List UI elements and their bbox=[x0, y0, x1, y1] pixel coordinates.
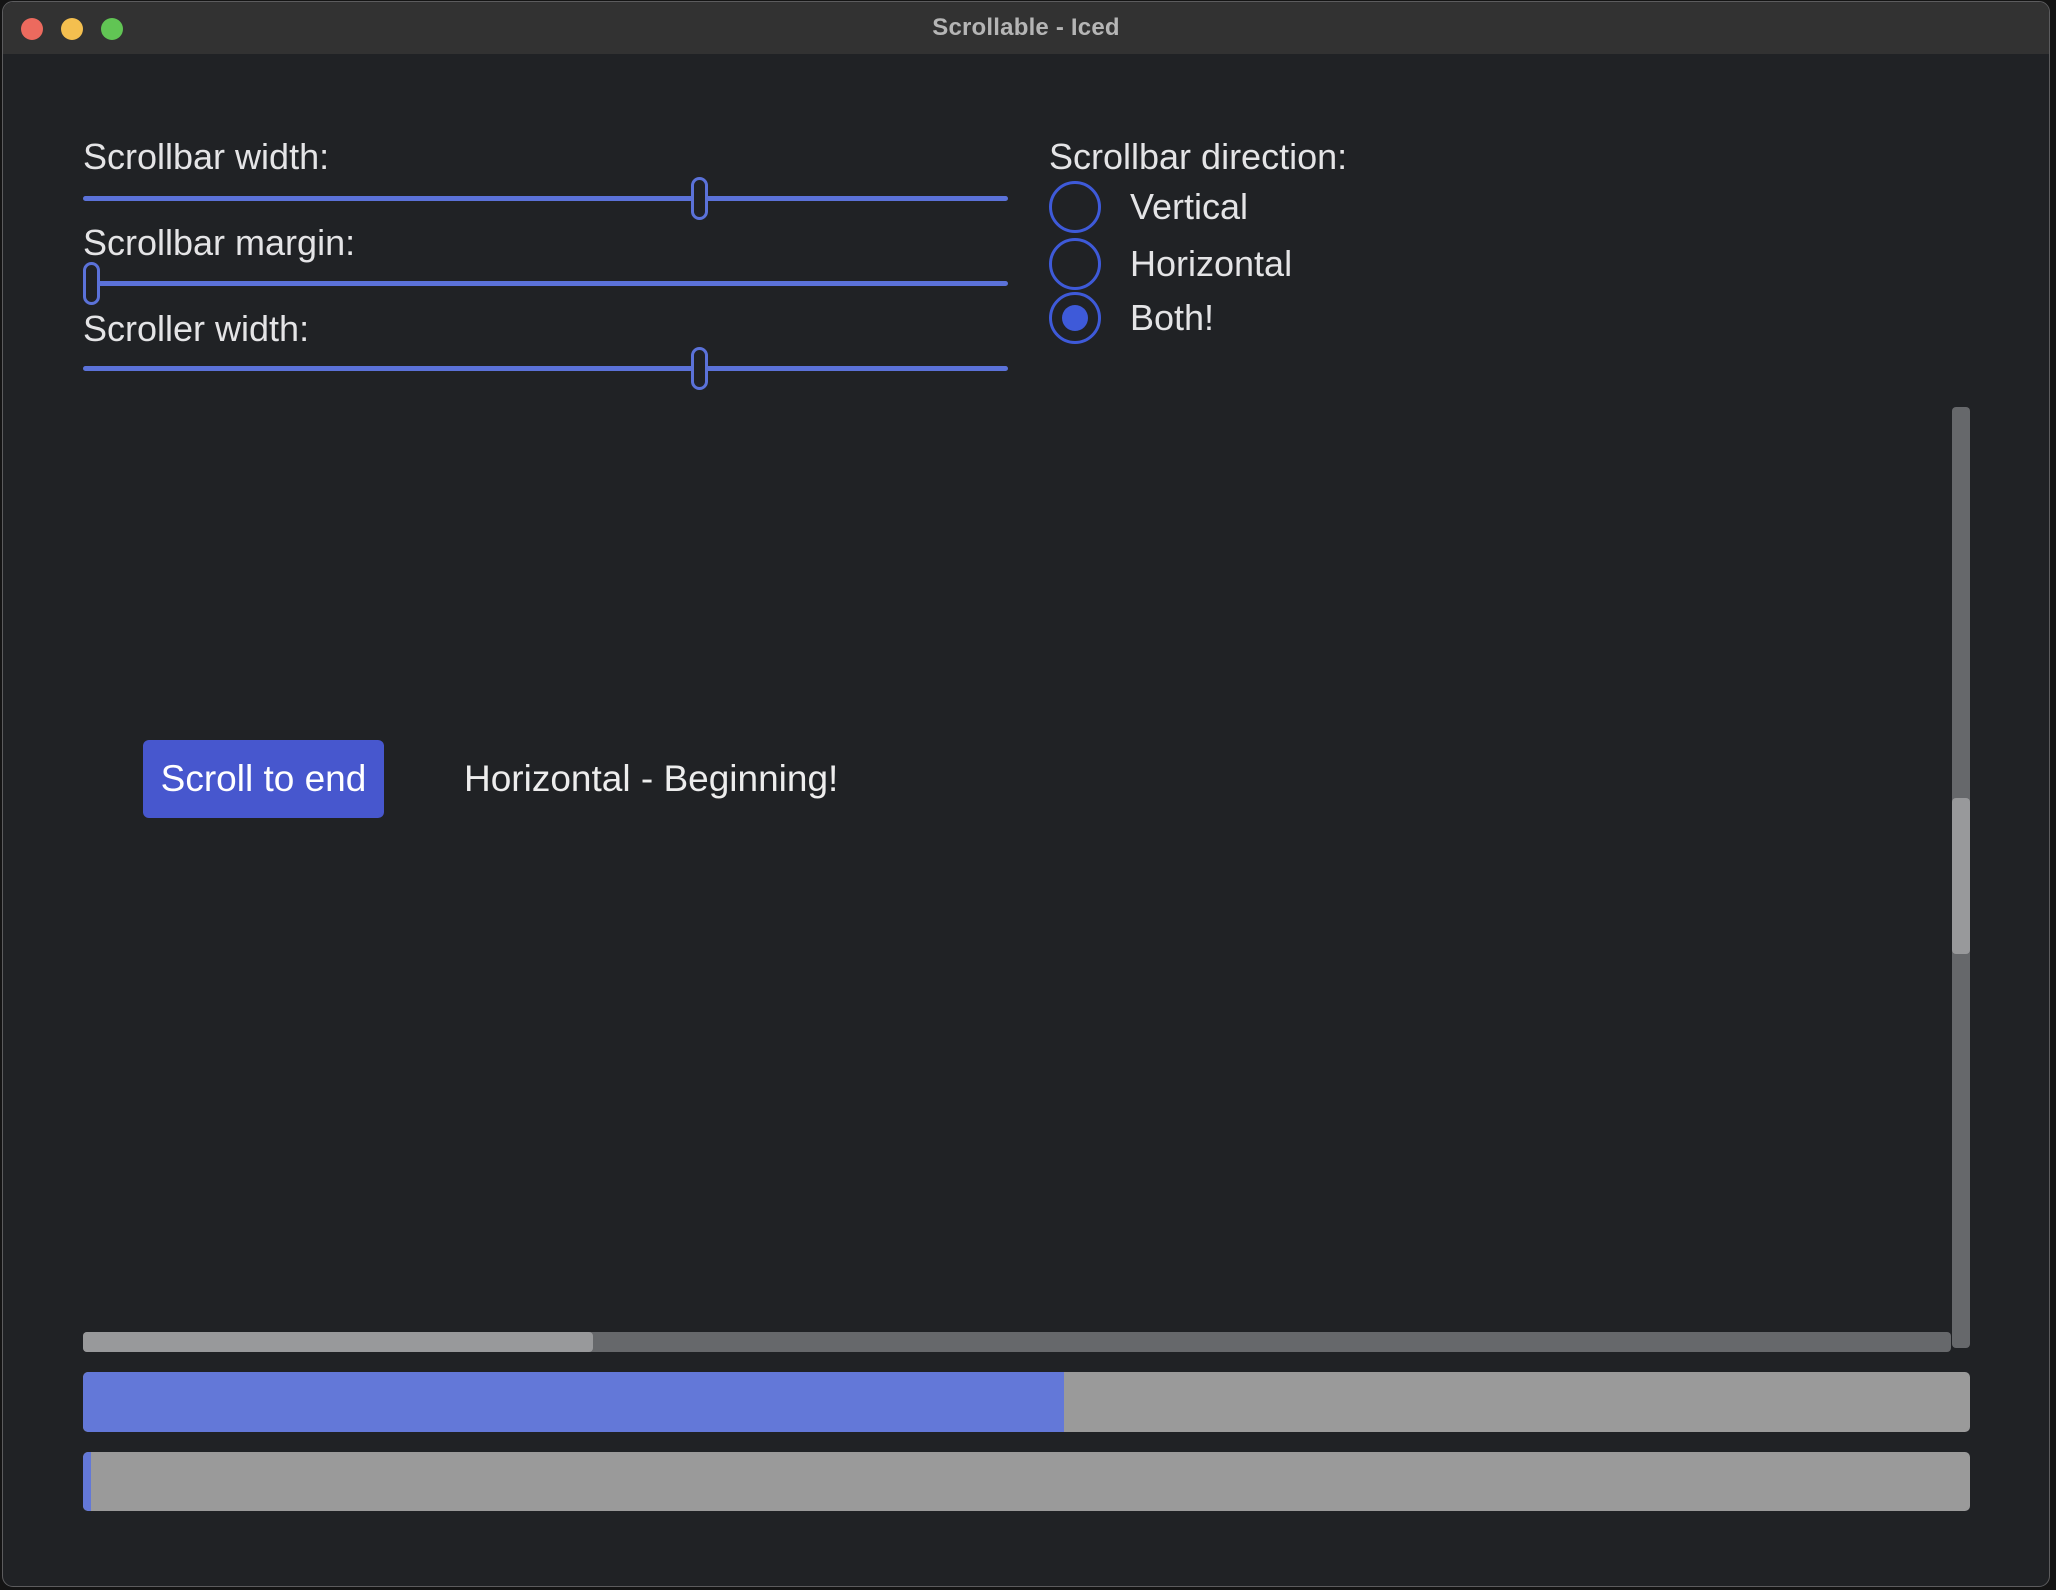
scrollbar-margin-slider[interactable] bbox=[83, 281, 1008, 286]
scrollbar-margin-label: Scrollbar margin: bbox=[83, 221, 355, 265]
radio-both[interactable]: Both! bbox=[1049, 292, 1214, 344]
radio-circle-selected-icon[interactable] bbox=[1049, 292, 1101, 344]
radio-circle-icon[interactable] bbox=[1049, 238, 1101, 290]
radio-horizontal-label: Horizontal bbox=[1130, 243, 1292, 285]
scroll-to-end-button[interactable]: Scroll to end bbox=[143, 740, 384, 818]
scrollbar-width-label: Scrollbar width: bbox=[83, 135, 329, 179]
scroller-width-slider-handle[interactable] bbox=[691, 347, 708, 390]
scroller-width-slider[interactable] bbox=[83, 366, 1008, 371]
titlebar[interactable]: Scrollable - Iced bbox=[3, 2, 2049, 54]
minimize-button[interactable] bbox=[61, 18, 83, 40]
horizontal-progress-fill bbox=[83, 1372, 1064, 1432]
vertical-progress-fill bbox=[83, 1452, 91, 1511]
scrollbar-width-slider-handle[interactable] bbox=[691, 177, 708, 220]
horizontal-progress-bar bbox=[83, 1372, 1970, 1432]
radio-both-label: Both! bbox=[1130, 297, 1214, 339]
radio-vertical-label: Vertical bbox=[1130, 186, 1248, 228]
zoom-button[interactable] bbox=[101, 18, 123, 40]
radio-circle-icon[interactable] bbox=[1049, 181, 1101, 233]
desktop-background: Scrollable - Iced Scrollbar width: Scrol… bbox=[0, 0, 2056, 1590]
app-window: Scrollable - Iced Scrollbar width: Scrol… bbox=[2, 1, 2050, 1587]
scroll-to-end-button-label: Scroll to end bbox=[161, 758, 367, 800]
radio-horizontal[interactable]: Horizontal bbox=[1049, 238, 1292, 290]
scroll-status-text: Horizontal - Beginning! bbox=[464, 740, 838, 818]
scrollbar-direction-label: Scrollbar direction: bbox=[1049, 135, 1347, 179]
scroller-width-label: Scroller width: bbox=[83, 307, 309, 351]
vertical-scrollbar-thumb[interactable] bbox=[1952, 798, 1970, 954]
traffic-lights bbox=[21, 18, 123, 40]
radio-vertical[interactable]: Vertical bbox=[1049, 181, 1248, 233]
window-title: Scrollable - Iced bbox=[932, 14, 1119, 42]
vertical-progress-bar bbox=[83, 1452, 1970, 1511]
scrollbar-width-slider[interactable] bbox=[83, 196, 1008, 201]
horizontal-scrollbar-thumb[interactable] bbox=[83, 1332, 593, 1352]
close-button[interactable] bbox=[21, 18, 43, 40]
scrollbar-margin-slider-handle[interactable] bbox=[83, 262, 100, 305]
